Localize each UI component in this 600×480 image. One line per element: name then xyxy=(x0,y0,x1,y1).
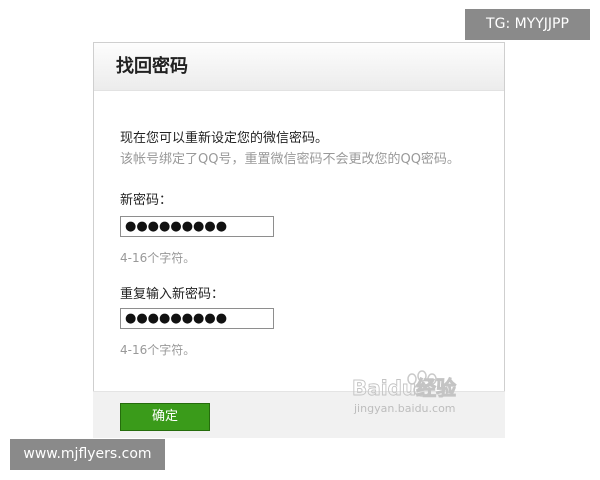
qq-binding-note: 该帐号绑定了QQ号，重置微信密码不会更改您的QQ密码。 xyxy=(120,152,460,167)
site-badge: www.mjflyers.com xyxy=(10,439,165,470)
repeat-password-input[interactable]: ●●●●●●●●● xyxy=(120,308,274,329)
new-password-label: 新密码： xyxy=(120,193,173,208)
telegram-badge: TG: MYYJJPP xyxy=(465,9,590,40)
panel-footer: 确定 xyxy=(93,391,505,438)
new-password-input[interactable]: ●●●●●●●●● xyxy=(120,216,274,237)
repeat-password-label: 重复输入新密码： xyxy=(120,287,225,302)
intro-text: 现在您可以重新设定您的微信密码。 xyxy=(120,131,329,146)
new-password-hint: 4-16个字符。 xyxy=(120,251,196,265)
repeat-password-hint: 4-16个字符。 xyxy=(120,343,196,357)
confirm-button[interactable]: 确定 xyxy=(120,403,210,431)
panel-content: 现在您可以重新设定您的微信密码。 该帐号绑定了QQ号，重置微信密码不会更改您的Q… xyxy=(93,42,505,438)
